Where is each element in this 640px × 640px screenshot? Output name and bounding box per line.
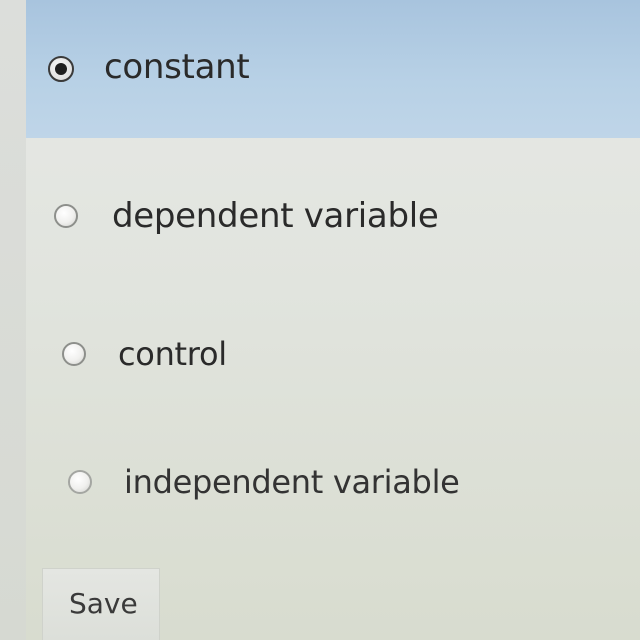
option-control[interactable]: control: [26, 318, 640, 390]
option-dependent-variable[interactable]: dependent variable: [26, 180, 640, 252]
option-label: independent variable: [124, 463, 460, 501]
option-label: control: [118, 335, 227, 373]
radio-button-icon[interactable]: [68, 470, 92, 494]
radio-button-icon[interactable]: [54, 204, 78, 228]
option-label: dependent variable: [112, 196, 439, 236]
left-margin: [0, 0, 26, 640]
radio-button-selected-icon[interactable]: [48, 56, 74, 82]
option-constant[interactable]: constant: [26, 0, 640, 138]
save-button[interactable]: Save: [42, 568, 160, 640]
option-independent-variable[interactable]: independent variable: [26, 446, 640, 518]
radio-button-icon[interactable]: [62, 342, 86, 366]
option-label: constant: [104, 47, 250, 87]
